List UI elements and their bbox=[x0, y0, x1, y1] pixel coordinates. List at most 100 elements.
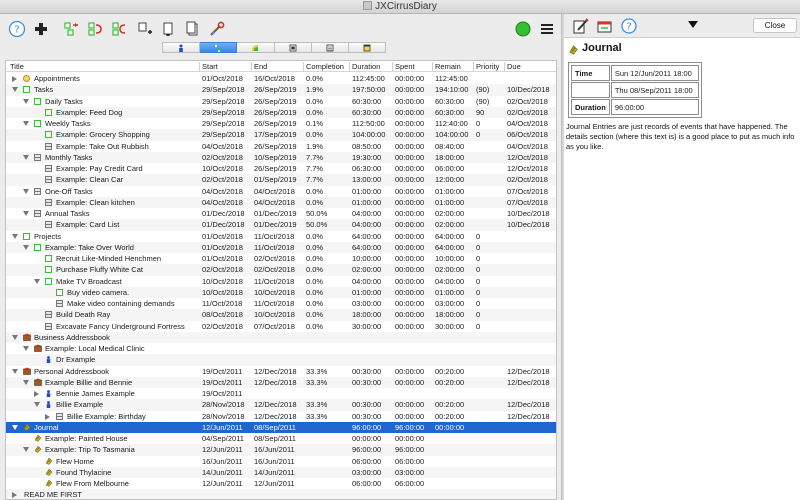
col-start[interactable]: Start bbox=[202, 62, 218, 71]
table-row[interactable]: Found Thylacine 14/Jun/2011 14/Jun/2011 03:… bbox=[6, 466, 556, 478]
row-end: 12/Dec/2018 bbox=[254, 400, 297, 410]
table-row[interactable]: Example: Card List 01/Dec/2018 01/Dec/2019… bbox=[6, 219, 556, 231]
table-row[interactable]: Billie Example: Birthday 28/Nov/2018 12/De… bbox=[6, 411, 556, 422]
edit-button[interactable] bbox=[572, 17, 590, 35]
table-row[interactable]: Purchase Fluffy White Cat 02/Oct/2018 02/O… bbox=[6, 264, 556, 276]
dropdown-button[interactable] bbox=[687, 18, 699, 30]
table-row[interactable]: Example: Take Out Rubbish 04/Oct/2018 26/S… bbox=[6, 141, 556, 152]
col-due[interactable]: Due bbox=[507, 62, 521, 71]
disclosure-open-icon[interactable] bbox=[23, 188, 29, 194]
table-row[interactable]: Example: Local Medical Clinic bbox=[6, 343, 556, 354]
table-row[interactable]: Personal Addressbook 19/Oct/2011 12/Dec/20… bbox=[6, 366, 556, 377]
disclosure-open-icon[interactable] bbox=[12, 334, 18, 340]
col-title[interactable]: Title bbox=[10, 62, 24, 71]
table-row[interactable]: Tasks 29/Sep/2018 26/Sep/2019 1.9% 197:50:00… bbox=[6, 84, 556, 96]
table-row[interactable]: Annual Tasks 01/Dec/2018 01/Dec/2019 50.0% 0… bbox=[6, 208, 556, 219]
disclosure-open-icon[interactable] bbox=[23, 154, 29, 160]
table-row[interactable]: Make TV Broadcast 10/Oct/2018 11/Oct/2018 0… bbox=[6, 276, 556, 287]
link-button[interactable] bbox=[596, 17, 614, 35]
calendar-icon bbox=[45, 198, 52, 206]
table-row[interactable]: Example: Trip To Tasmania 12/Jun/2011 16/J… bbox=[6, 444, 556, 456]
disclosure-open-icon[interactable] bbox=[23, 211, 29, 216]
table-row[interactable]: Flew From Melbourne 12/Jun/2011 12/Jun/201… bbox=[6, 478, 556, 489]
table-row[interactable]: Recruit Like-Minded Henchmen 01/Oct/2018 0… bbox=[6, 253, 556, 264]
disclosure-open-icon[interactable] bbox=[12, 424, 18, 430]
copy-button[interactable] bbox=[160, 20, 178, 38]
table-row[interactable]: Build Death Ray 08/Oct/2018 10/Oct/2018 0.0… bbox=[6, 309, 556, 321]
table-row[interactable]: Example: Grocery Shopping 29/Sep/2018 17/S… bbox=[6, 129, 556, 141]
wrench-button[interactable] bbox=[208, 20, 226, 38]
tab-person[interactable] bbox=[162, 42, 201, 53]
table-row[interactable]: Journal 12/Jun/2011 08/Sep/2011 96:00:00 96:… bbox=[6, 421, 556, 433]
disclosure-open-icon[interactable] bbox=[12, 87, 18, 93]
disclosure-closed-icon[interactable] bbox=[34, 391, 39, 397]
table-row[interactable]: READ ME FIRST bbox=[6, 489, 556, 499]
help-button[interactable]: ? bbox=[8, 20, 26, 38]
row-title: Example Billie and Bennie bbox=[45, 377, 133, 387]
table-row[interactable]: Example Billie and Bennie 19/Oct/2011 12/D… bbox=[6, 376, 556, 388]
disclosure-open-icon[interactable] bbox=[23, 121, 29, 126]
disclosure-open-icon[interactable] bbox=[23, 244, 29, 250]
table-row[interactable]: Weekly Tasks 29/Sep/2018 26/Sep/2019 0.1% 11… bbox=[6, 118, 556, 129]
table-row[interactable]: Buy video camera. 10/Oct/2018 10/Oct/2018 0… bbox=[6, 286, 556, 298]
disclosure-open-icon[interactable] bbox=[34, 402, 40, 408]
table-row[interactable]: Bennie James Example 19/Oct/2011 bbox=[6, 388, 556, 399]
table-row[interactable]: Excavate Fancy Underground Fortress 02/Oc… bbox=[6, 321, 556, 332]
journal-icon bbox=[569, 45, 578, 55]
disclosure-open-icon[interactable] bbox=[12, 233, 18, 239]
disclosure-closed-icon[interactable] bbox=[45, 413, 50, 420]
table-row[interactable]: Example: Take Over World 01/Oct/2018 11/Oc… bbox=[6, 241, 556, 253]
col-spent[interactable]: Spent bbox=[395, 62, 415, 71]
table-row[interactable]: Monthly Tasks 02/Oct/2018 10/Sep/2019 7.7% 1… bbox=[6, 151, 556, 163]
table-row[interactable]: Dr Example bbox=[6, 354, 556, 366]
col-completion[interactable]: Completion bbox=[306, 62, 344, 71]
disclosure-open-icon[interactable] bbox=[34, 278, 40, 284]
undo-button[interactable] bbox=[86, 20, 104, 38]
table-row[interactable]: Example: Pay Credit Card 10/Oct/2018 26/Se… bbox=[6, 163, 556, 174]
row-start: 29/Sep/2018 bbox=[202, 96, 245, 106]
table-row[interactable]: Appointments 01/Oct/2018 16/Oct/2018 0.0% 11… bbox=[6, 73, 556, 84]
table-row[interactable]: Projects 01/Oct/2018 11/Oct/2018 0.0% 64:00:… bbox=[6, 231, 556, 242]
tab-tree[interactable] bbox=[200, 42, 238, 53]
tab-day[interactable] bbox=[274, 42, 312, 53]
disclosure-closed-icon[interactable] bbox=[12, 492, 17, 499]
tab-month[interactable] bbox=[348, 42, 387, 53]
disclosure-open-icon[interactable] bbox=[23, 346, 29, 351]
col-end[interactable]: End bbox=[254, 62, 267, 71]
table-row[interactable]: Example: Painted House 04/Sep/2011 08/Sep/… bbox=[6, 433, 556, 444]
table-row[interactable]: Example: Clean Car 02/Oct/2018 01/Sep/2019… bbox=[6, 174, 556, 186]
move-button[interactable] bbox=[62, 20, 80, 38]
row-start: 29/Sep/2018 bbox=[202, 107, 245, 117]
disclosure-closed-icon[interactable] bbox=[12, 76, 17, 82]
paste-button[interactable] bbox=[184, 20, 202, 38]
add-button[interactable] bbox=[32, 20, 50, 38]
new-task-button[interactable] bbox=[136, 20, 154, 38]
table-row[interactable]: Business Addressbook bbox=[6, 331, 556, 343]
table-row[interactable]: Example: Clean kitchen 04/Oct/2018 04/Oct/… bbox=[6, 196, 556, 208]
table-row[interactable]: Flew Home 16/Jun/2011 16/Jun/2011 06:00:00 0… bbox=[6, 456, 556, 467]
detail-value: Thu 08/Sep/2011 18:00 bbox=[610, 82, 699, 98]
edit-icon bbox=[573, 18, 589, 34]
disclosure-open-icon[interactable] bbox=[23, 98, 29, 104]
row-start: 19/Oct/2011 bbox=[202, 366, 243, 376]
table-row[interactable]: One-Off Tasks 04/Oct/2018 04/Oct/2018 0.0% 0… bbox=[6, 186, 556, 197]
col-duration[interactable]: Duration bbox=[352, 62, 380, 71]
table-row[interactable]: Billie Example 28/Nov/2018 12/Dec/2018 33.3… bbox=[6, 399, 556, 411]
detail-description[interactable]: Journal Entries are just records of even… bbox=[566, 122, 798, 152]
redo-button[interactable] bbox=[110, 20, 128, 38]
table-row[interactable]: Daily Tasks 29/Sep/2018 26/Sep/2019 0.0% 60:… bbox=[6, 96, 556, 107]
table-row[interactable]: Make video containing demands 11/Oct/2018… bbox=[6, 298, 556, 309]
disclosure-open-icon[interactable] bbox=[12, 368, 18, 374]
table-row[interactable]: Example: Feed Dog 29/Sep/2018 26/Sep/2019 0… bbox=[6, 106, 556, 118]
row-title: Personal Addressbook bbox=[34, 366, 110, 376]
disclosure-open-icon[interactable] bbox=[23, 379, 29, 385]
tab-week[interactable] bbox=[311, 42, 349, 53]
disclosure-open-icon[interactable] bbox=[23, 447, 29, 453]
col-remain[interactable]: Remain bbox=[435, 62, 461, 71]
tab-chart[interactable] bbox=[237, 42, 275, 53]
detail-help-button[interactable]: ? bbox=[620, 17, 638, 35]
calendar-icon bbox=[45, 221, 52, 229]
close-button[interactable]: Close bbox=[753, 18, 797, 33]
col-priority[interactable]: Priority bbox=[476, 62, 499, 71]
menu-button[interactable] bbox=[538, 20, 556, 38]
